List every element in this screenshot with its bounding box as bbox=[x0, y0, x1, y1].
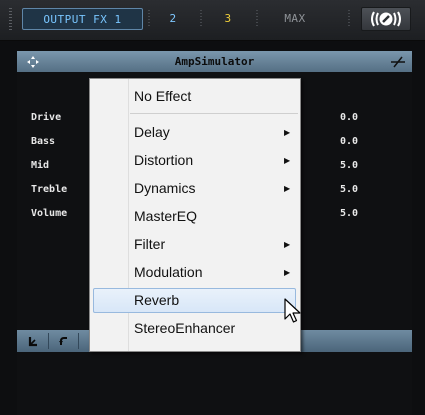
divider bbox=[348, 10, 350, 28]
menu-item-label: No Effect bbox=[134, 88, 192, 104]
param-label-mid: Mid bbox=[31, 160, 50, 171]
fx-slot-bar: OUTPUT FX 1 2 3 MAX bbox=[0, 0, 425, 41]
tab-max[interactable]: MAX bbox=[270, 8, 320, 30]
submenu-arrow-icon: ▶ bbox=[284, 268, 291, 277]
submenu-arrow-icon: ▶ bbox=[284, 184, 291, 193]
effect-context-menu: No Effect Delay ▶ Distortion ▶ Dynamics … bbox=[89, 78, 301, 352]
panel-titlebar: AmpSimulator bbox=[17, 51, 412, 72]
panel-title: AmpSimulator bbox=[174, 55, 255, 68]
menu-item-mastereq[interactable]: MasterEQ bbox=[90, 204, 300, 229]
menu-item-label: Filter bbox=[134, 236, 166, 252]
mouse-cursor-icon bbox=[284, 298, 301, 323]
menu-item-label: Reverb bbox=[134, 292, 180, 308]
link-icon[interactable] bbox=[21, 332, 45, 350]
bypass-icon[interactable] bbox=[386, 51, 410, 72]
param-value-drive[interactable]: 0.0 bbox=[340, 112, 358, 123]
menu-item-label: Delay bbox=[134, 124, 170, 140]
divider bbox=[148, 10, 150, 28]
param-label-drive: Drive bbox=[31, 112, 62, 123]
tab-slot-2[interactable]: 2 bbox=[158, 8, 188, 30]
menu-item-label: StereoEnhancer bbox=[134, 320, 236, 336]
divider bbox=[48, 333, 49, 349]
menu-item-modulation[interactable]: Modulation ▶ bbox=[90, 260, 300, 285]
param-value-mid[interactable]: 5.0 bbox=[340, 160, 358, 171]
menu-item-reverb[interactable]: Reverb bbox=[93, 288, 296, 313]
param-label-treble: Treble bbox=[31, 184, 68, 195]
tab-output-fx-1[interactable]: OUTPUT FX 1 bbox=[22, 8, 143, 30]
param-label-bass: Bass bbox=[31, 136, 56, 147]
menu-separator bbox=[130, 113, 298, 114]
power-button[interactable] bbox=[361, 7, 411, 31]
undo-icon[interactable] bbox=[51, 332, 75, 350]
menu-item-label: Modulation bbox=[134, 264, 203, 280]
divider bbox=[200, 10, 202, 28]
menu-item-filter[interactable]: Filter ▶ bbox=[90, 232, 300, 257]
menu-item-label: Distortion bbox=[134, 152, 194, 168]
param-value-treble[interactable]: 5.0 bbox=[340, 184, 358, 195]
submenu-arrow-icon: ▶ bbox=[284, 240, 291, 249]
menu-item-label: Dynamics bbox=[134, 180, 196, 196]
menu-item-dynamics[interactable]: Dynamics ▶ bbox=[90, 176, 300, 201]
menu-item-delay[interactable]: Delay ▶ bbox=[90, 120, 300, 145]
submenu-arrow-icon: ▶ bbox=[284, 128, 291, 137]
menu-item-stereoenhancer[interactable]: StereoEnhancer bbox=[90, 316, 300, 341]
menu-item-label: MasterEQ bbox=[134, 208, 198, 224]
menu-item-no-effect[interactable]: No Effect bbox=[90, 84, 300, 109]
divider bbox=[78, 333, 79, 349]
param-value-bass[interactable]: 0.0 bbox=[340, 136, 358, 147]
divider bbox=[256, 10, 258, 28]
submenu-arrow-icon: ▶ bbox=[284, 156, 291, 165]
param-value-volume[interactable]: 5.0 bbox=[340, 208, 358, 219]
tab-slot-3[interactable]: 3 bbox=[213, 8, 243, 30]
param-label-volume: Volume bbox=[31, 208, 68, 219]
power-icon bbox=[371, 11, 401, 27]
menu-item-distortion[interactable]: Distortion ▶ bbox=[90, 148, 300, 173]
grip-handle[interactable] bbox=[9, 8, 12, 30]
